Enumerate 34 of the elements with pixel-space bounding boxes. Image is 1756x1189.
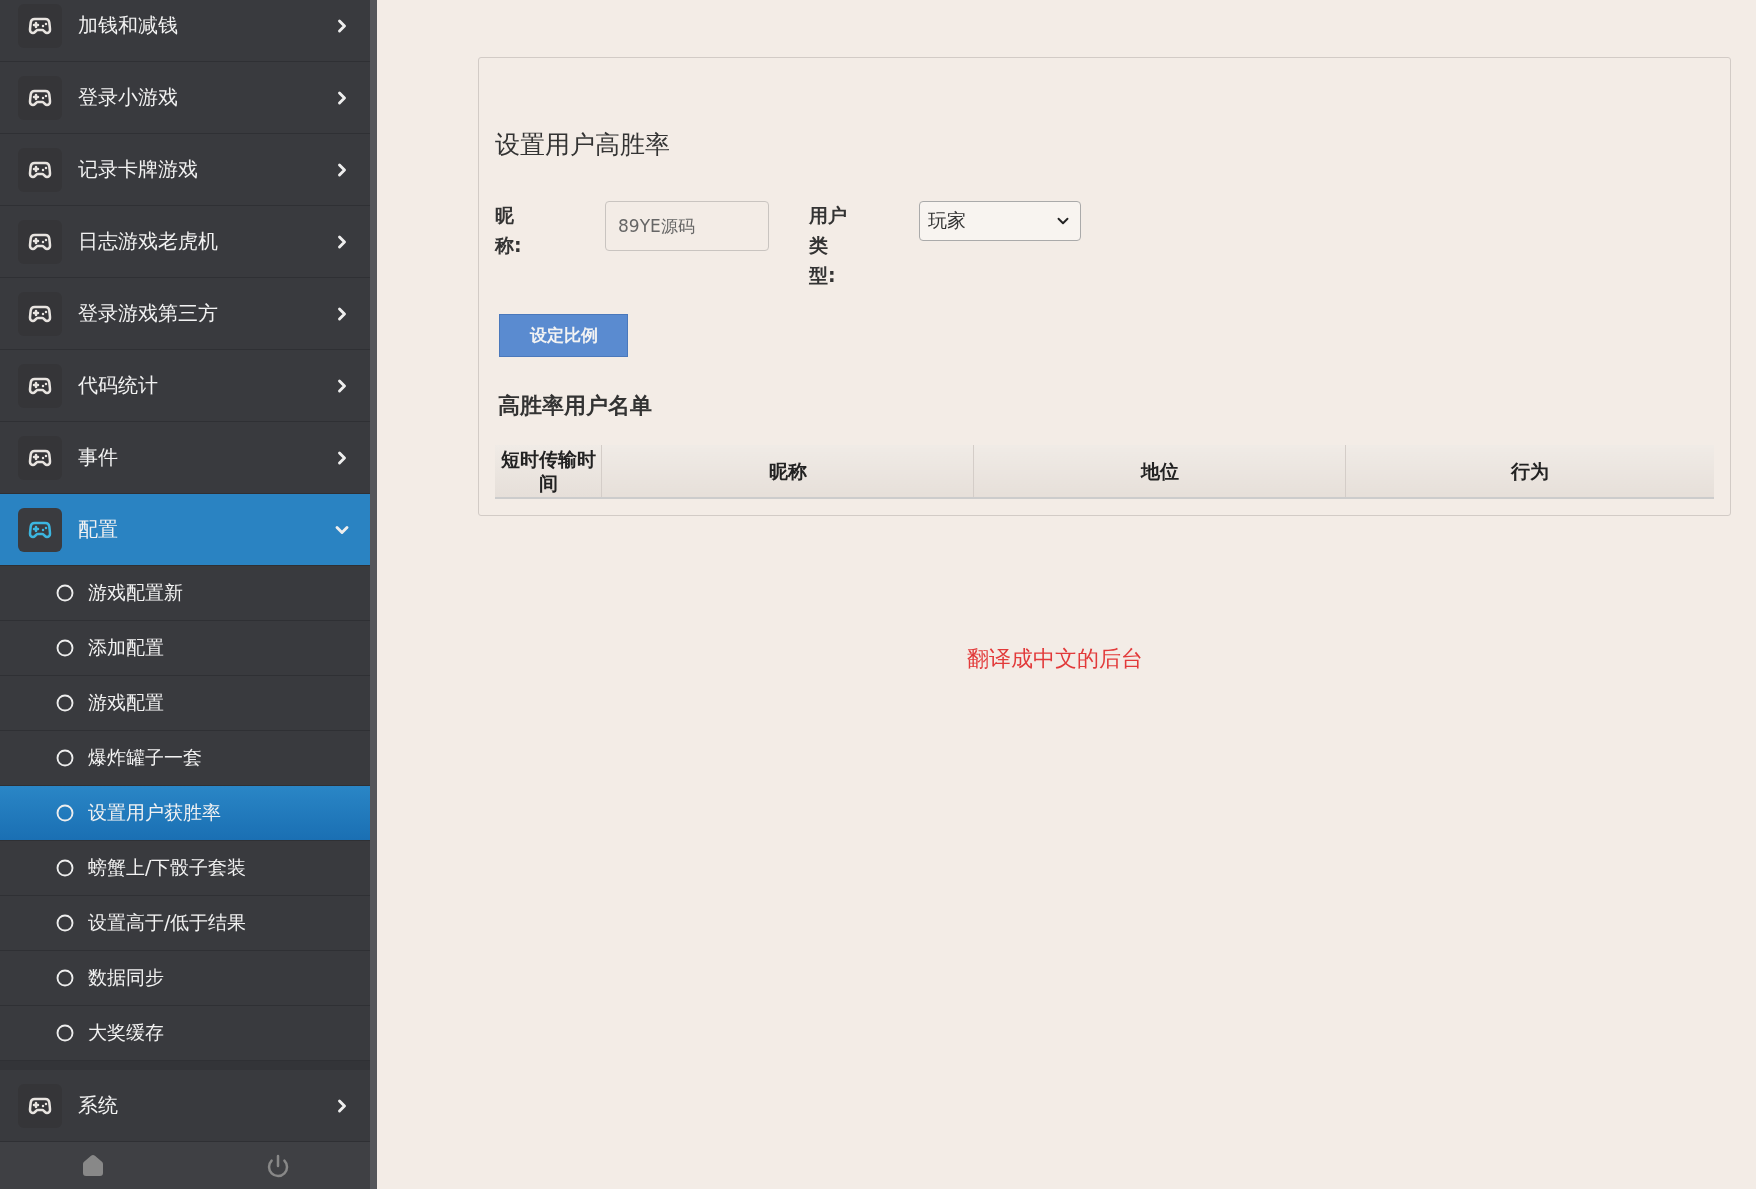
field-label: 用户类型:: [809, 203, 848, 288]
panel-title: 设置用户高胜率: [495, 129, 671, 161]
column-header: 行为: [1345, 445, 1714, 498]
circle-icon: [56, 694, 74, 712]
circle-icon: [56, 1024, 74, 1042]
circle-icon: [56, 914, 74, 932]
field-label: 昵称:: [495, 203, 523, 258]
column-header: 地位: [973, 445, 1346, 498]
column-header: 昵称: [601, 445, 974, 498]
circle-icon: [56, 584, 74, 602]
gamepad-icon: [18, 219, 62, 264]
column-header: 短时传输时间: [495, 445, 602, 498]
power-icon[interactable]: [265, 1153, 290, 1178]
circle-icon: [56, 639, 74, 657]
home-icon[interactable]: [80, 1153, 105, 1178]
circle-icon: [56, 804, 74, 822]
gamepad-icon: [18, 3, 62, 48]
gamepad-icon: [18, 291, 62, 336]
menu-item[interactable]: 配置: [0, 494, 370, 566]
gamepad-icon: [18, 507, 62, 552]
circle-icon: [56, 749, 74, 767]
gamepad-icon: [18, 363, 62, 408]
gamepad-icon: [18, 435, 62, 480]
gamepad-icon: [18, 147, 62, 192]
circle-icon: [56, 969, 74, 987]
submenu-item[interactable]: 设置用户获胜率: [0, 786, 370, 841]
gamepad-icon: [18, 75, 62, 120]
circle-icon: [56, 859, 74, 877]
nickname-input[interactable]: 89YE源码: [605, 201, 769, 251]
gamepad-icon: [18, 1083, 62, 1128]
menu-item[interactable]: 系统: [0, 1061, 370, 1142]
list-title: 高胜率用户名单: [498, 392, 653, 420]
user-type-select[interactable]: 玩家: [919, 201, 1081, 241]
notice-text: 翻译成中文的后台: [965, 645, 1144, 673]
